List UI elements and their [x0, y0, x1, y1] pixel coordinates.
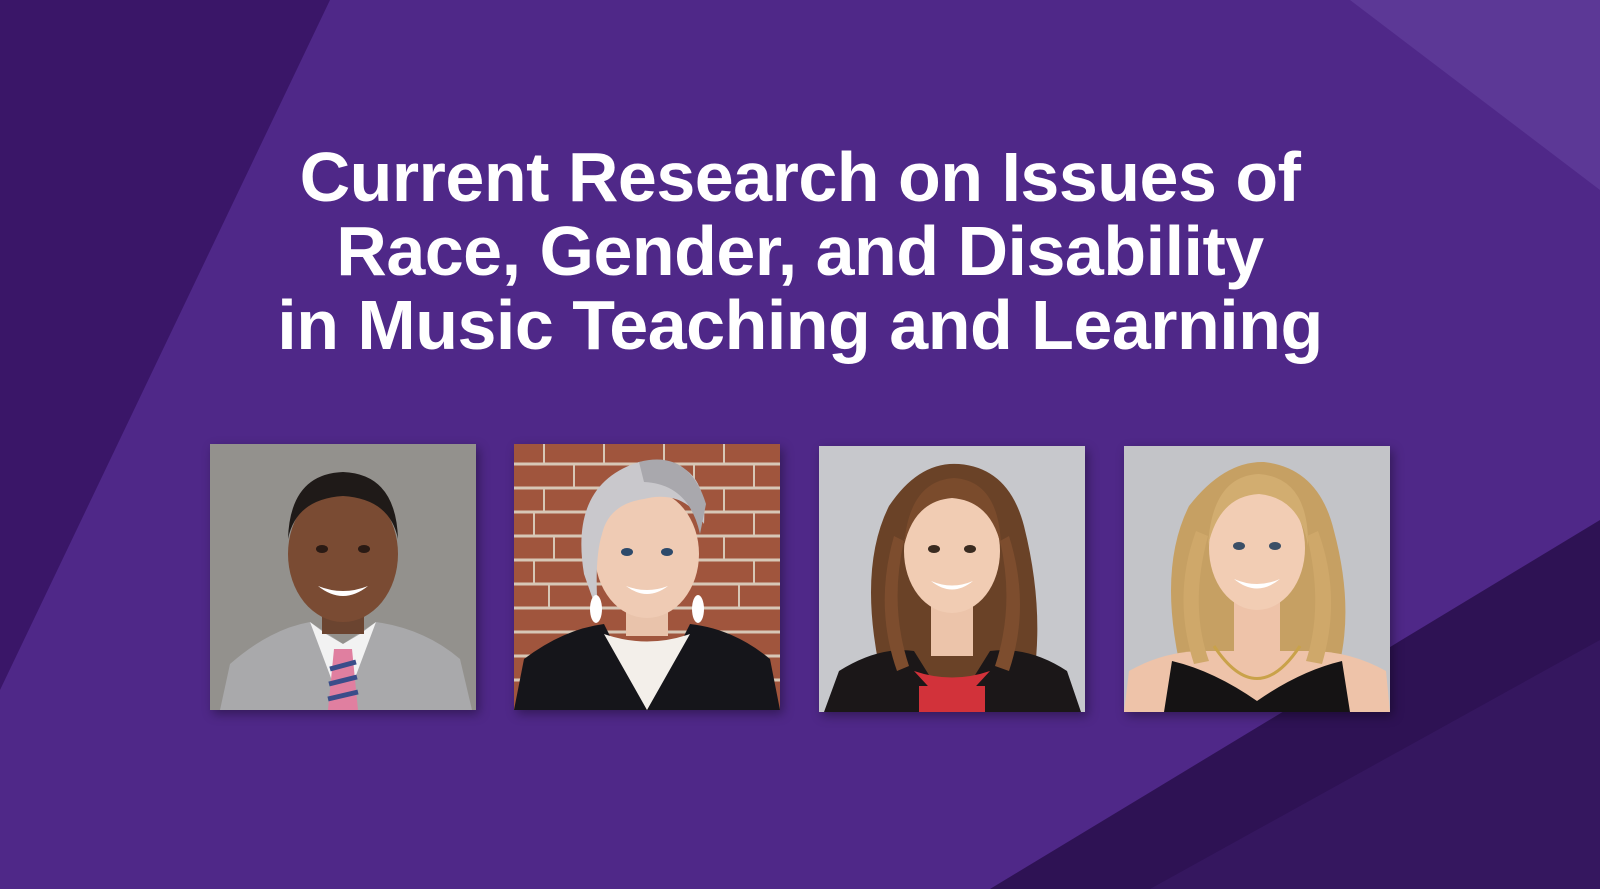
presenter-photo-2 — [514, 444, 780, 710]
presenter-photo-3 — [819, 446, 1085, 712]
person-portrait-icon — [514, 444, 780, 710]
title-line-1: Current Research on Issues of — [299, 138, 1301, 216]
title-line-2: Race, Gender, and Disability — [336, 212, 1264, 290]
presenter-photo-4 — [1124, 446, 1390, 712]
presenter-photos — [0, 444, 1600, 714]
title-line-3: in Music Teaching and Learning — [277, 286, 1323, 364]
person-portrait-icon — [210, 444, 476, 710]
presenter-photo-1 — [210, 444, 476, 710]
slide-title: Current Research on Issues of Race, Gend… — [0, 140, 1600, 362]
person-portrait-icon — [819, 446, 1085, 712]
person-portrait-icon — [1124, 446, 1390, 712]
